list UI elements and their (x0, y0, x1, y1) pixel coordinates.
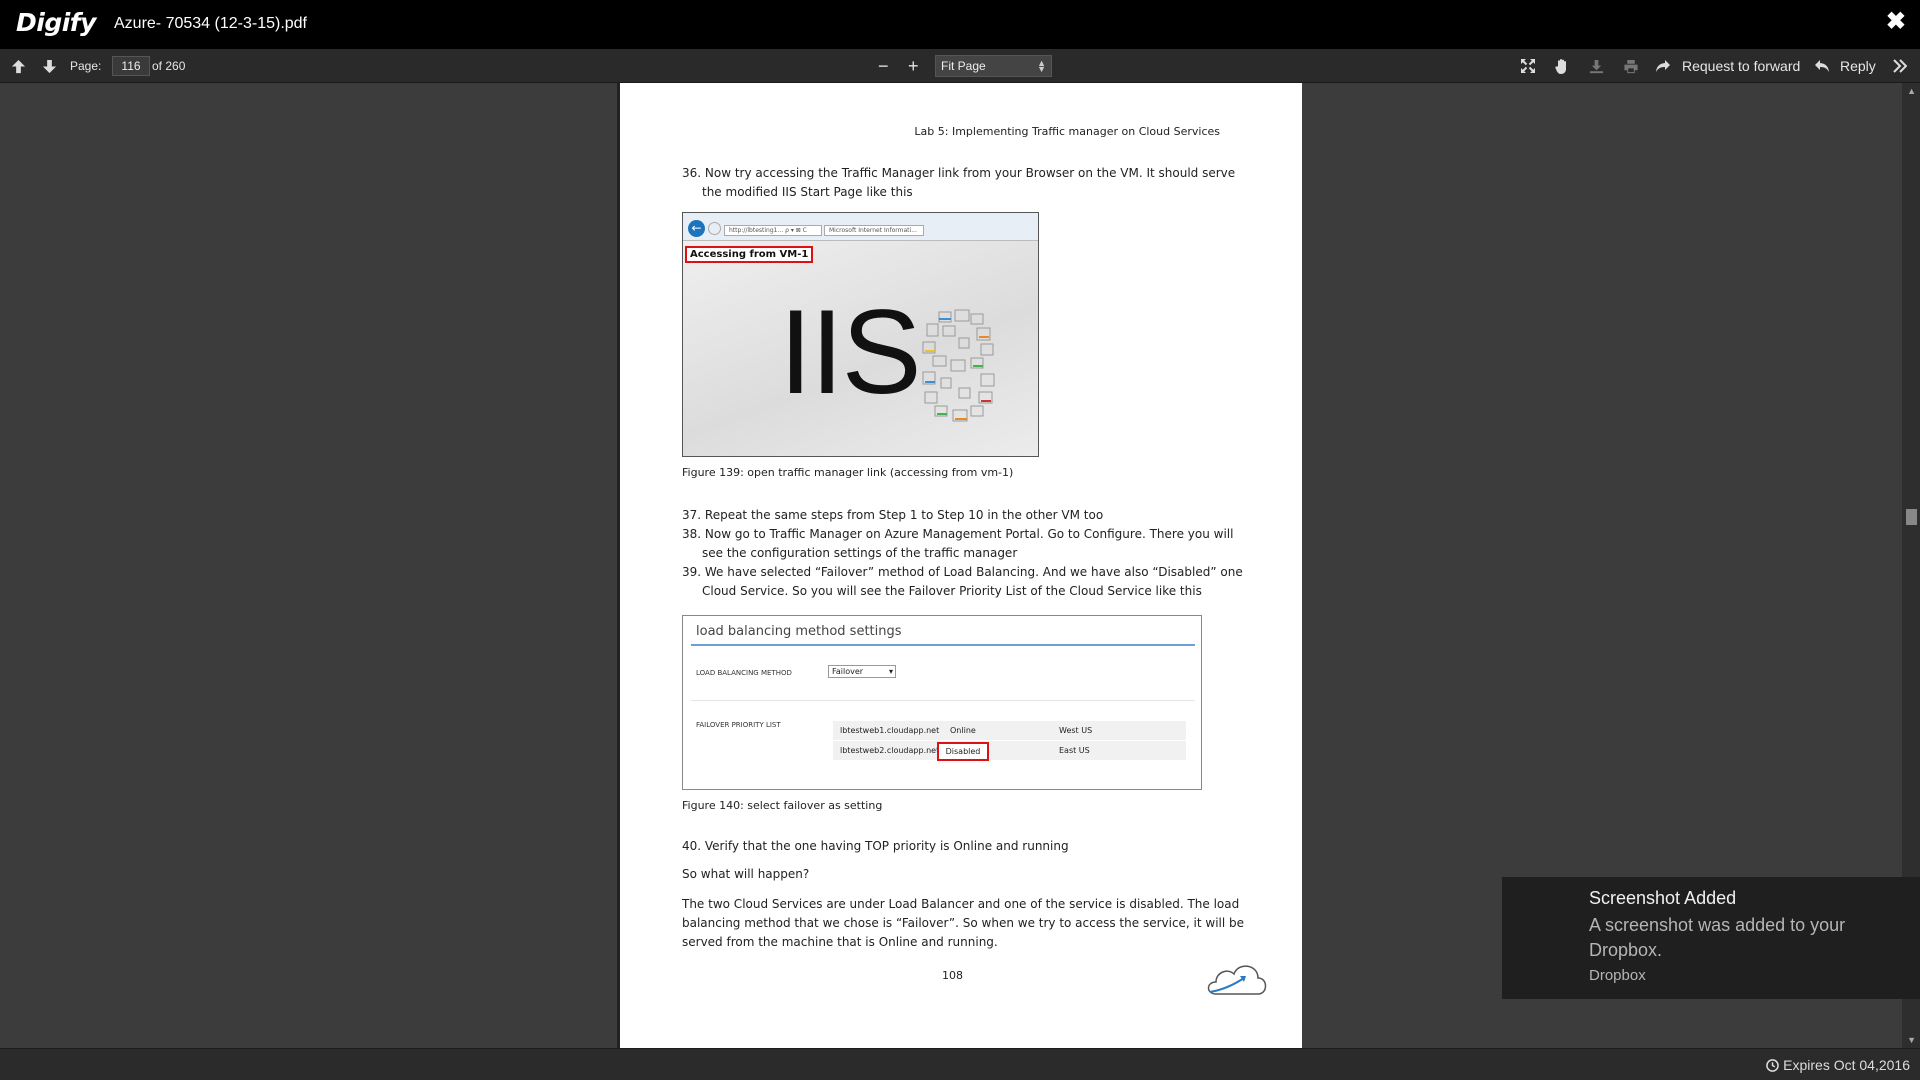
priority-region: West US (1059, 726, 1093, 735)
page-number: 108 (942, 969, 963, 982)
priority-region: East US (1059, 746, 1090, 755)
back-arrow-icon: ← (688, 220, 705, 237)
notification-source: Dropbox (1589, 967, 1646, 984)
step-36-line2: the modified IIS Start Page like this (702, 185, 913, 199)
print-button[interactable] (1623, 49, 1639, 83)
chevron-down-icon: ▾ (888, 667, 893, 676)
arrow-up-icon (11, 59, 26, 73)
failover-priority-label: FAILOVER PRIORITY LIST (696, 721, 781, 729)
page-header: Lab 5: Implementing Traffic manager on C… (914, 125, 1220, 138)
priority-host: lbtestweb1.cloudapp.net (840, 726, 940, 735)
more-tools-button[interactable] (1893, 49, 1907, 83)
step-39-line1: 39. We have selected “Failover” method o… (682, 565, 1243, 579)
step-37: 37. Repeat the same steps from Step 1 to… (682, 508, 1104, 522)
download-button[interactable] (1589, 49, 1604, 83)
dropbox-notification[interactable]: Screenshot Added A screenshot was added … (1502, 877, 1920, 999)
pdf-page: Lab 5: Implementing Traffic manager on C… (620, 83, 1302, 1048)
fullscreen-button[interactable] (1520, 49, 1536, 83)
scroll-thumb[interactable] (1906, 509, 1917, 525)
figure-139-caption: Figure 139: open traffic manager link (a… (682, 466, 1014, 479)
reply-arrow-icon (1815, 60, 1829, 72)
paragraph-line1: The two Cloud Services are under Load Ba… (682, 897, 1240, 911)
zoom-mode-value: Fit Page (941, 59, 986, 73)
expiry-text: Expires Oct 04,2016 (1783, 1057, 1910, 1073)
scroll-up-icon[interactable]: ▲ (1907, 86, 1916, 96)
iis-logo-text: IIS (779, 285, 922, 419)
step-38-line2: see the configuration settings of the tr… (702, 546, 1018, 560)
printer-icon (1624, 59, 1638, 73)
scroll-down-icon[interactable]: ▼ (1907, 1035, 1916, 1045)
prev-page-button[interactable] (11, 49, 26, 83)
priority-row: lbtestweb1.cloudapp.net Online West US (833, 721, 1186, 740)
clock-icon (1766, 1058, 1779, 1072)
status-bar: Expires Oct 04,2016 (0, 1048, 1920, 1080)
viewer-toolbar: Page: 116 of 260 − + Fit Page ▲ ▼ Request… (0, 49, 1920, 83)
reply-icon[interactable] (1814, 49, 1830, 83)
zoom-out-button[interactable]: − (878, 49, 889, 83)
request-forward-button[interactable]: Request to forward (1682, 49, 1800, 83)
reply-button[interactable]: Reply (1840, 49, 1876, 83)
figure-140-caption: Figure 140: select failover as setting (682, 799, 883, 812)
iis-8-collage-icon (922, 309, 995, 422)
forward-icon[interactable] (1655, 49, 1671, 83)
priority-status: Online (950, 726, 976, 735)
document-title: Azure- 70534 (12-3-15).pdf (114, 15, 307, 32)
expiry-info: Expires Oct 04,2016 (1766, 1057, 1910, 1073)
app-logo: Digify (16, 8, 96, 37)
paragraph-line3: served from the machine that is Online a… (682, 935, 998, 949)
share-arrow-icon (1656, 60, 1670, 72)
priority-status-disabled: Disabled (937, 742, 989, 761)
lb-method-value: Failover (832, 667, 864, 676)
expand-icon (1521, 59, 1535, 73)
select-caret-icon: ▲ ▼ (1037, 58, 1046, 74)
browser-tab: Microsoft Internet Informati... × (824, 225, 924, 236)
lb-settings-title: load balancing method settings (696, 624, 902, 639)
step-39-line2: Cloud Service. So you will see the Failo… (702, 584, 1202, 598)
close-icon[interactable]: ✖ (1886, 10, 1906, 34)
figure-139-screenshot: ← http://lbtesting1... ρ ▾ ⊠ C Microsoft… (682, 212, 1039, 457)
vm-label: Accessing from VM-1 (685, 246, 814, 263)
double-chevron-right-icon (1893, 59, 1907, 73)
priority-row: lbtestweb2.cloudapp.net Disabled East US (833, 741, 1186, 761)
figure-140-screenshot: load balancing method settings LOAD BALA… (682, 615, 1202, 790)
zoom-in-button[interactable]: + (908, 49, 919, 83)
pan-tool-button[interactable] (1554, 49, 1570, 83)
paragraph-line2: balancing method that we chose is “Failo… (682, 916, 1245, 930)
arrow-down-icon (42, 59, 57, 73)
cloud-logo-icon (1207, 965, 1267, 995)
zoom-mode-select[interactable]: Fit Page ▲ ▼ (935, 55, 1052, 77)
priority-host: lbtestweb2.cloudapp.net (840, 746, 940, 755)
page-number-input[interactable]: 116 (112, 56, 150, 76)
hand-icon (1555, 58, 1566, 74)
step-36-line1: 36. Now try accessing the Traffic Manage… (682, 166, 1236, 180)
lb-method-select: Failover ▾ (828, 665, 896, 678)
lb-method-label: LOAD BALANCING METHOD (696, 669, 792, 677)
title-bar: Digify Azure- 70534 (12-3-15).pdf ✖ (0, 0, 1920, 49)
url-bar: http://lbtesting1... ρ ▾ ⊠ C (724, 225, 822, 236)
download-icon (1589, 59, 1604, 73)
notification-message: A screenshot was added to your Dropbox. (1589, 915, 1846, 960)
notification-title: Screenshot Added (1589, 888, 1737, 908)
step-38-line1: 38. Now go to Traffic Manager on Azure M… (682, 527, 1234, 541)
next-page-button[interactable] (42, 49, 57, 83)
page-total: of 260 (152, 59, 186, 73)
page-label: Page: (70, 59, 102, 73)
step-40: 40. Verify that the one having TOP prior… (682, 839, 1069, 853)
browser-bar: ← http://lbtesting1... ρ ▾ ⊠ C Microsoft… (683, 213, 1038, 241)
question-text: So what will happen? (682, 867, 810, 881)
forward-circle-icon (708, 222, 721, 235)
